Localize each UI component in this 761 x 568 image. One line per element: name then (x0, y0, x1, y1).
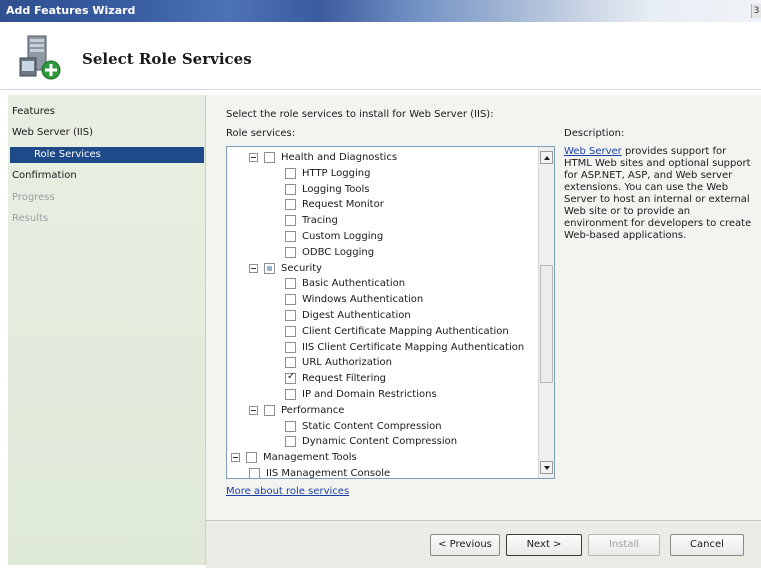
checkbox[interactable] (285, 231, 296, 242)
tree-item-label: URL Authorization (302, 357, 392, 369)
server-role-icon (19, 35, 61, 80)
web-server-link[interactable]: Web Server (564, 146, 622, 157)
tree-item-label: Security (281, 262, 323, 274)
tree-item-label: Request Monitor (302, 199, 384, 211)
tree-item[interactable]: Client Certificate Mapping Authenticatio… (285, 324, 509, 339)
description-label: Description: (564, 128, 625, 139)
tree-item[interactable]: Management Tools (231, 450, 357, 465)
tree-item-label: Custom Logging (302, 231, 384, 242)
cancel-button[interactable]: Cancel (670, 534, 744, 556)
checkbox[interactable] (285, 278, 296, 290)
tree-item-label: Client Certificate Mapping Authenticatio… (302, 325, 509, 337)
collapse-icon[interactable] (249, 263, 258, 273)
checkbox[interactable] (285, 294, 296, 306)
tree-item[interactable]: IP and Domain Restrictions (285, 387, 437, 402)
tree-item-label: ODBC Logging (302, 246, 375, 258)
install-button: Install (588, 534, 660, 556)
tree-item[interactable]: Request Monitor (285, 197, 384, 212)
nav-item-features[interactable]: Features (12, 106, 55, 117)
next-button[interactable]: Next > (506, 534, 582, 556)
tree-item[interactable]: Static Content Compression (285, 419, 442, 434)
tree-item-label: IIS Management Console (266, 468, 391, 479)
tree-item-label: Dynamic Content Compression (302, 436, 458, 448)
window-title: Add Features Wizard (6, 4, 136, 17)
nav-item-confirmation[interactable]: Confirmation (12, 170, 77, 181)
checkbox[interactable] (285, 246, 296, 258)
collapse-icon[interactable] (249, 153, 258, 162)
tree-item[interactable]: Request Filtering (285, 371, 386, 386)
tree-item-label: Logging Tools (302, 183, 370, 195)
description-body: provides support for HTML Web sites and … (564, 146, 752, 241)
nav-item-progress: Progress (12, 192, 55, 203)
checkbox[interactable] (285, 436, 296, 448)
close-icon[interactable]: 3 (751, 4, 761, 18)
checkbox[interactable] (264, 152, 275, 163)
checkbox[interactable] (246, 452, 257, 464)
instruction-text: Select the role services to install for … (226, 109, 494, 120)
tree-item[interactable]: IIS Client Certificate Mapping Authentic… (285, 340, 524, 355)
tree-item-label: Request Filtering (302, 373, 387, 385)
role-services-label: Role services: (226, 128, 296, 139)
checkbox[interactable] (249, 468, 260, 478)
collapse-icon[interactable] (249, 405, 258, 415)
scroll-down-icon[interactable] (540, 461, 553, 474)
tree-item-label: Windows Authentication (302, 294, 424, 306)
tree-item[interactable]: URL Authorization (285, 355, 392, 370)
tree-item-label: Performance (281, 404, 345, 416)
scroll-up-icon[interactable] (540, 151, 553, 164)
checkbox[interactable] (264, 404, 275, 416)
collapse-icon[interactable] (231, 453, 240, 463)
tree-item[interactable]: Tracing (285, 213, 338, 228)
previous-button[interactable]: < Previous (430, 534, 500, 556)
wizard-header: Select Role Services (0, 22, 761, 90)
scroll-thumb[interactable] (540, 265, 553, 383)
tree-item-label: Management Tools (263, 452, 357, 464)
tree-item[interactable]: Windows Authentication (285, 292, 423, 307)
nav-item-web-server[interactable]: Web Server (IIS) (12, 127, 93, 138)
checkbox[interactable] (285, 310, 296, 321)
tree-item[interactable]: Logging Tools (285, 182, 370, 197)
nav-item-role-services[interactable]: Role Services (10, 147, 204, 163)
page-title: Select Role Services (82, 50, 252, 68)
tree-item-label: HTTP Logging (302, 167, 371, 179)
tree-item[interactable]: Digest Authentication (285, 308, 411, 323)
checkbox[interactable] (285, 389, 296, 400)
checkbox[interactable] (285, 215, 296, 227)
tree-item[interactable]: ODBC Logging (285, 245, 374, 260)
tree-item[interactable]: Security (249, 261, 322, 276)
tree-item[interactable]: Health and Diagnostics (249, 150, 397, 165)
checkbox[interactable] (285, 199, 296, 211)
checkbox[interactable] (264, 262, 275, 274)
tree-item-label: Static Content Compression (302, 420, 442, 432)
tree-item[interactable]: HTTP Logging (285, 166, 370, 181)
tree-item-label: Basic Authentication (302, 278, 406, 290)
more-about-role-services-link[interactable]: More about role services (226, 486, 349, 497)
tree-item-label: IIS Client Certificate Mapping Authentic… (302, 341, 525, 353)
checkbox[interactable] (285, 183, 296, 195)
checkbox[interactable] (285, 341, 296, 353)
checkbox[interactable] (285, 167, 296, 179)
wizard-steps-nav (8, 95, 206, 565)
tree-item[interactable]: Basic Authentication (285, 276, 405, 291)
tree-item[interactable]: Dynamic Content Compression (285, 434, 457, 449)
window-title-bar[interactable]: Add Features Wizard 3 (0, 0, 761, 22)
tree-item[interactable]: Custom Logging (285, 229, 383, 244)
role-services-tree[interactable]: Health and Diagnostics HTTP Logging Loggin… (226, 146, 555, 479)
tree-item[interactable]: Performance (249, 403, 344, 418)
tree-item[interactable]: IIS Management Console (249, 466, 391, 479)
tree-item-label: Health and Diagnostics (281, 152, 398, 163)
tree-item-label: IP and Domain Restrictions (302, 389, 437, 400)
checkbox[interactable] (285, 371, 296, 385)
nav-item-results: Results (12, 213, 49, 224)
tree-item-label: Digest Authentication (302, 310, 411, 321)
checkbox[interactable] (285, 420, 296, 432)
tree-item-label: Tracing (302, 215, 338, 227)
checkbox[interactable] (285, 357, 296, 369)
description-text: Web Server provides support for HTML Web… (564, 146, 754, 242)
tree-scrollbar[interactable] (538, 147, 554, 478)
checkbox[interactable] (285, 325, 296, 337)
